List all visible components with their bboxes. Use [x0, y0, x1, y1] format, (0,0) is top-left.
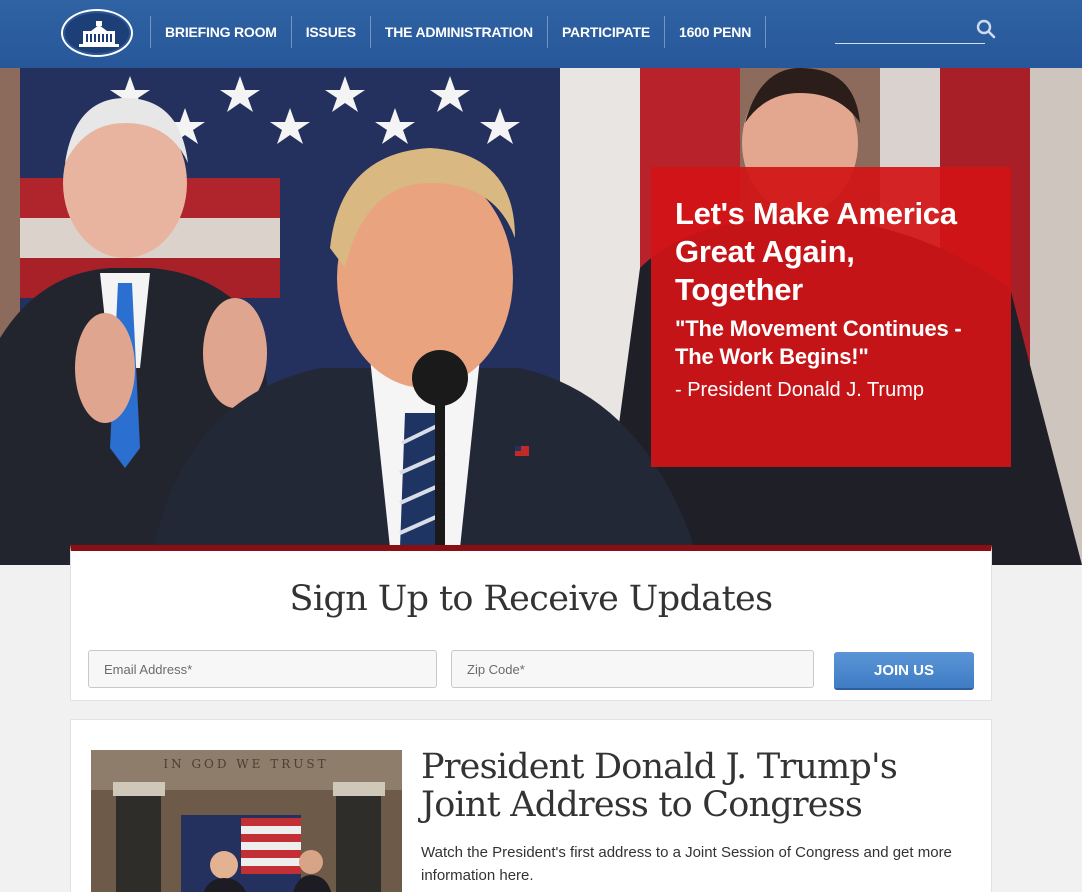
hero-banner: Let's Make America Great Again, Together… — [0, 68, 1082, 565]
search-input[interactable] — [835, 18, 985, 44]
nav-participate[interactable]: PARTICIPATE — [546, 16, 664, 48]
nav-1600-penn[interactable]: 1600 PENN — [663, 16, 767, 48]
hero-attribution: - President Donald J. Trump — [675, 379, 924, 401]
top-navigation: BRIEFING ROOM ISSUES THE ADMINISTRATION … — [0, 0, 1082, 68]
search-icon[interactable] — [975, 18, 997, 40]
signup-title: Sign Up to Receive Updates — [289, 579, 773, 619]
feature-title[interactable]: President Donald J. Trump's Joint Addres… — [421, 748, 961, 824]
inscription-text: IN GOD WE TRUST — [163, 757, 328, 771]
nav-the-administration[interactable]: THE ADMINISTRATION — [369, 16, 547, 48]
feature-description: Watch the President's first address to a… — [421, 844, 952, 884]
hero-headline: Let's Make America Great Again, Together — [675, 196, 957, 307]
white-house-seal-icon[interactable] — [61, 9, 133, 57]
nav-briefing-room[interactable]: BRIEFING ROOM — [150, 16, 291, 48]
feature-card: IN GOD WE TRUST President Donald J. Trum… — [70, 719, 992, 892]
join-us-button[interactable]: JOIN US — [834, 652, 974, 688]
main-menu: BRIEFING ROOM ISSUES THE ADMINISTRATION … — [150, 16, 767, 48]
zip-code-field[interactable] — [451, 650, 814, 688]
hero-callout: Let's Make America Great Again, Together… — [651, 167, 1011, 467]
email-field[interactable] — [88, 650, 437, 688]
nav-issues[interactable]: ISSUES — [290, 16, 370, 48]
signup-panel: Sign Up to Receive Updates JOIN US — [70, 545, 992, 701]
feature-thumbnail[interactable]: IN GOD WE TRUST — [91, 750, 402, 892]
hero-quote: "The Movement Continues - The Work Begin… — [675, 316, 962, 369]
